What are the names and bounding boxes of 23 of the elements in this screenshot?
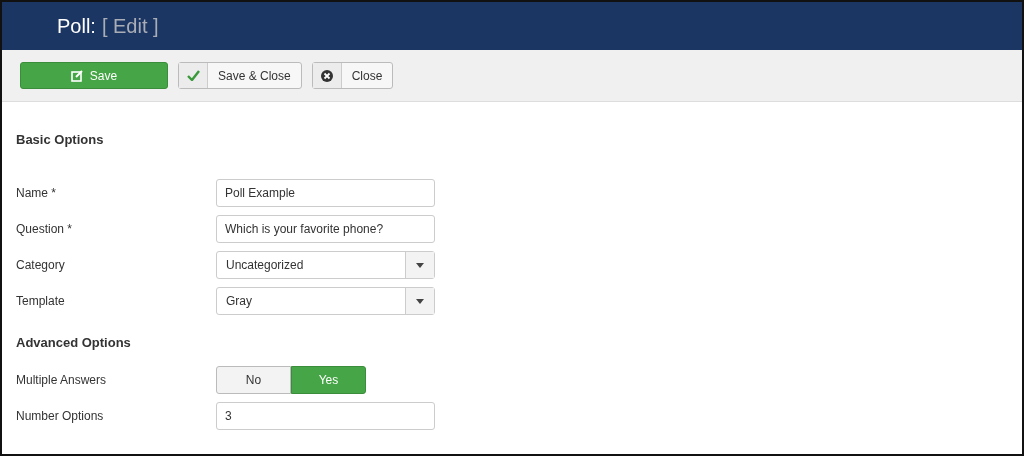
text-field[interactable]: Poll Example [216, 179, 435, 207]
caret-icon [416, 262, 424, 268]
field-label: Name * [16, 186, 57, 200]
field-label: Category [16, 258, 66, 272]
text-field[interactable]: 3 [216, 402, 435, 430]
toggle-option[interactable]: No [216, 366, 291, 394]
field-label: Multiple Answers [16, 373, 108, 387]
check-icon [186, 70, 200, 81]
edit-icon [70, 69, 83, 82]
section-heading: Basic Options [16, 132, 105, 147]
field-label: Question * [16, 222, 74, 236]
page-subtitle: [ Edit ] [101, 14, 159, 38]
page-title: Poll: [57, 14, 96, 38]
field-label: Number Options [16, 409, 105, 423]
select-field[interactable]: Gray [216, 287, 435, 315]
text-field[interactable]: Which is your favorite phone? [216, 215, 435, 243]
section-heading: Advanced Options [16, 335, 132, 350]
close-icon [320, 69, 333, 82]
caret-icon [416, 298, 424, 304]
close-button[interactable]: Close [311, 62, 394, 89]
save-close-button[interactable]: Save & Close [178, 62, 302, 89]
select-field[interactable]: Uncategorized [216, 251, 435, 279]
field-label: Template [16, 294, 66, 308]
